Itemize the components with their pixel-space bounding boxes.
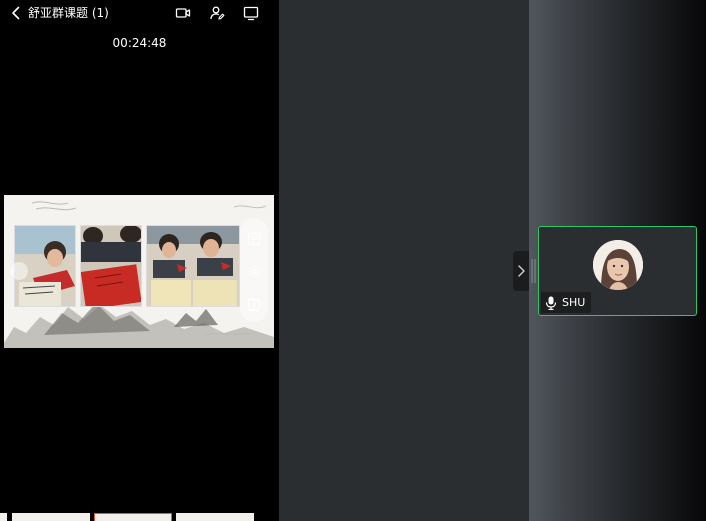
meeting-timer: 00:24:48 [112,36,167,50]
slide-thumbnail[interactable] [94,513,172,521]
resize-handle[interactable] [531,258,536,284]
person-edit-icon[interactable] [209,5,225,21]
back-chevron-icon[interactable] [8,5,24,21]
slide-photo [80,225,142,307]
main-video-area [279,0,529,521]
meeting-title[interactable]: 舒亚群课题 (1) [28,5,109,21]
microphone-icon[interactable] [545,296,557,310]
avatar [593,240,643,290]
participant-name-tag: SHU [541,292,592,313]
slide-side-toolbar [240,218,268,322]
slide-thumbnail[interactable] [12,513,90,521]
collapse-panel-button[interactable] [513,251,529,291]
shared-slide[interactable] [4,195,274,348]
chevron-right-icon [518,265,525,277]
participant-tile[interactable]: SHU [538,226,697,316]
participant-name: SHU [562,295,586,309]
camera-icon[interactable] [175,5,191,21]
list-icon[interactable] [247,232,261,246]
screen-share-icon[interactable] [243,5,259,21]
slide-thumbnail[interactable] [0,513,7,521]
slide-prev-button[interactable] [10,262,28,280]
slide-photo [146,225,240,307]
slide-thumbnail[interactable] [176,513,254,521]
meeting-panel: 舒亚群课题 (1) 00:24:48 [0,0,279,521]
top-bar: 舒亚群课题 (1) [0,0,279,28]
slide-thumbnails [0,513,279,521]
page-icon[interactable] [247,298,261,312]
settings-icon[interactable] [247,264,261,278]
